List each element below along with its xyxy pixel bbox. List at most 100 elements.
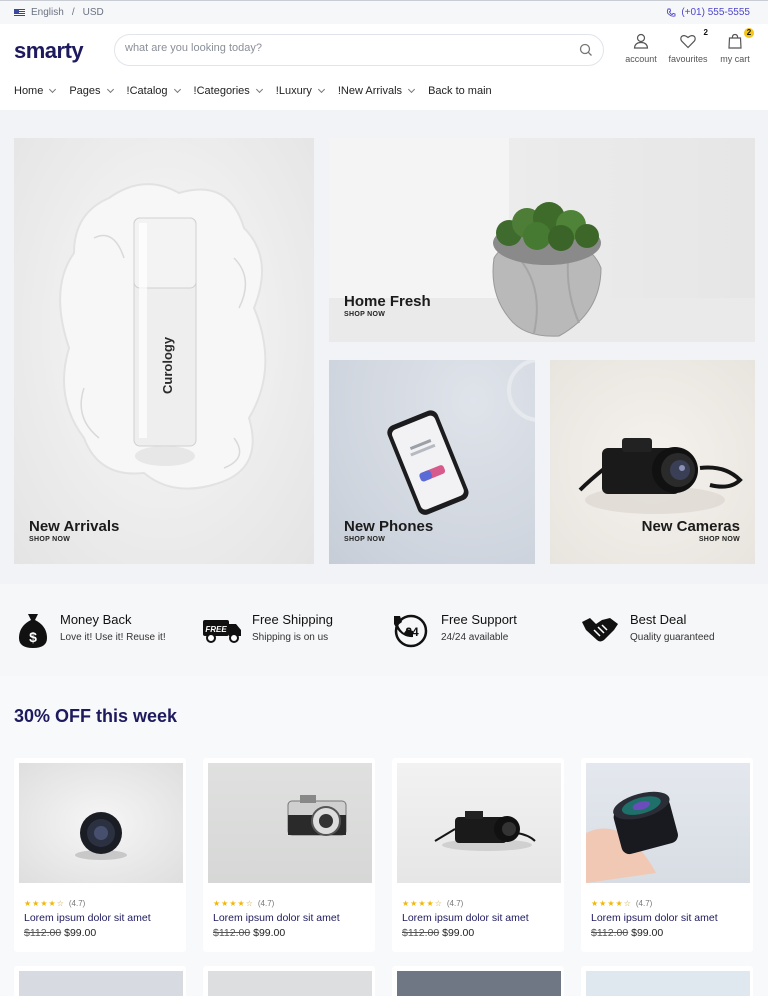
product-price: $112.00 $99.00 <box>402 927 474 939</box>
heart-icon <box>680 35 696 49</box>
section-title: 30% OFF this week <box>14 706 178 726</box>
curology-label: Curology <box>160 336 175 394</box>
tile-title: New Cameras <box>641 518 740 535</box>
product-image[interactable] <box>19 971 183 996</box>
phone-contact[interactable]: (+01) 555-5555 <box>666 7 750 18</box>
product-price: $112.00 $99.00 <box>213 927 285 939</box>
support-24-badge: 24 <box>405 625 419 639</box>
language-currency-selector[interactable]: English / USD <box>14 7 104 18</box>
nav-item-pages[interactable]: Pages <box>69 85 114 97</box>
shop-now-link[interactable]: SHOP NOW <box>699 536 740 543</box>
feature-subtitle: Shipping is on us <box>252 632 329 643</box>
svg-text:$: $ <box>29 629 37 645</box>
favourites-button[interactable]: 2 favourites <box>666 28 710 64</box>
nav-item-luxury[interactable]: !Luxury <box>275 85 325 97</box>
product-image[interactable] <box>208 763 372 883</box>
product-card-partial[interactable] <box>581 966 753 996</box>
potted-plant-image <box>329 138 755 342</box>
feature-subtitle: 24/24 available <box>441 632 509 643</box>
product-card-partial[interactable] <box>392 966 564 996</box>
feature-subtitle: Quality guaranteed <box>630 632 715 643</box>
product-rating: ★ ★ ★ ★ ☆ (4.7) <box>591 899 652 908</box>
product-name[interactable]: Lorem ipsum dolor sit amet <box>213 912 340 924</box>
nav-item-label: Pages <box>69 85 101 97</box>
shop-now-link[interactable]: SHOP NOW <box>344 311 385 318</box>
feature-best-deal: Best Deal Quality guaranteed <box>580 612 715 648</box>
shop-now-link[interactable]: SHOP NOW <box>29 536 70 543</box>
feature-title: Free Shipping <box>252 612 333 627</box>
product-name[interactable]: Lorem ipsum dolor sit amet <box>591 912 718 924</box>
product-image[interactable] <box>397 763 561 883</box>
product-image[interactable] <box>208 971 372 996</box>
nav-item-label: !New Arrivals <box>337 85 403 97</box>
shop-now-link[interactable]: SHOP NOW <box>344 536 385 543</box>
phone-number[interactable]: (+01) 555-5555 <box>681 7 750 18</box>
nav-item-label: !Categories <box>193 85 250 97</box>
tile-title: New Arrivals <box>29 518 120 535</box>
star-icon: ★ <box>591 899 599 908</box>
logo[interactable]: smarty <box>14 38 84 64</box>
nav-item-new-arrivals[interactable]: !New Arrivals <box>337 85 416 97</box>
star-icon: ★ <box>418 899 426 908</box>
hero-tile-new-arrivals[interactable]: Curology New Arrivals SHOP NOW <box>14 138 314 564</box>
product-name[interactable]: Lorem ipsum dolor sit amet <box>402 912 529 924</box>
money-bag-icon: $ <box>19 614 47 648</box>
product-rating: ★ ★ ★ ★ ☆ (4.7) <box>213 899 274 908</box>
product-name[interactable]: Lorem ipsum dolor sit amet <box>24 912 151 924</box>
cart-button[interactable]: 2 my cart <box>716 28 754 64</box>
search-icon[interactable] <box>579 43 593 57</box>
feature-free-shipping: FREE Free Shipping Shipping is on us <box>202 612 333 646</box>
nav-item-categories[interactable]: !Categories <box>193 85 263 97</box>
chevron-down-icon <box>408 85 416 94</box>
product-card-partial[interactable] <box>203 966 375 996</box>
product-card[interactable]: ★ ★ ★ ★ ☆ (4.7) Lorem ipsum dolor sit amet $… <box>203 758 375 952</box>
currency-label[interactable]: USD <box>83 7 104 18</box>
nav-item-label: Home <box>14 85 44 97</box>
product-image[interactable] <box>397 971 561 996</box>
nav-item-back-to-main[interactable]: Back to main <box>428 85 492 97</box>
feature-subtitle: Love it! Use it! Reuse it! <box>60 632 166 643</box>
product-rating: ★ ★ ★ ★ ☆ (4.7) <box>24 899 85 908</box>
tile-title: Home Fresh <box>344 293 431 310</box>
user-icon <box>633 33 649 49</box>
feature-title: Free Support <box>441 612 517 627</box>
nav-item-catalog[interactable]: !Catalog <box>127 85 181 97</box>
product-card-partial[interactable] <box>14 966 186 996</box>
product-image[interactable] <box>586 763 750 883</box>
star-icon: ★ <box>410 899 418 908</box>
star-icon: ★ <box>221 899 229 908</box>
free-badge: FREE <box>205 625 227 634</box>
handshake-icon <box>582 618 618 642</box>
star-icon: ★ <box>607 899 615 908</box>
old-price: $112.00 <box>24 927 62 939</box>
hero-tile-new-cameras[interactable]: New Cameras SHOP NOW <box>550 360 755 564</box>
star-icon: ★ <box>213 899 221 908</box>
language-label[interactable]: English <box>31 7 64 18</box>
favourites-label: favourites <box>668 54 708 64</box>
product-image[interactable] <box>586 971 750 996</box>
star-icon: ★ <box>32 899 40 908</box>
camera-lens-image <box>75 812 127 860</box>
product-card[interactable]: ★ ★ ★ ★ ☆ (4.7) Lorem ipsum dolor sit amet $… <box>392 758 564 952</box>
chevron-down-icon <box>317 85 325 94</box>
support-phone-icon: 24 <box>394 614 428 648</box>
current-price: $99.00 <box>442 927 475 939</box>
star-icon: ★ <box>24 899 32 908</box>
feature-title: Best Deal <box>630 612 687 627</box>
hero-tile-home-fresh[interactable]: Home Fresh SHOP NOW <box>329 138 755 342</box>
chevron-down-icon <box>173 85 181 94</box>
main-nav: Home Pages !Catalog !Categories !Luxury … <box>14 85 492 97</box>
features-strip: $ Money Back Love it! Use it! Reuse it! … <box>0 584 768 676</box>
feature-title: Money Back <box>60 612 132 627</box>
account-button[interactable]: account <box>622 32 660 64</box>
hero-tile-new-phones[interactable]: New Phones SHOP NOW <box>329 360 535 564</box>
product-card[interactable]: ★ ★ ★ ★ ☆ (4.7) Lorem ipsum dolor sit amet $… <box>14 758 186 952</box>
cream-bottle-image: Curology <box>59 183 267 490</box>
search-input[interactable] <box>125 42 565 54</box>
nav-item-label: !Luxury <box>275 85 312 97</box>
star-empty-icon: ☆ <box>434 899 442 908</box>
product-image[interactable] <box>19 763 183 883</box>
rating-value: (4.7) <box>446 899 464 908</box>
nav-item-home[interactable]: Home <box>14 85 57 97</box>
product-card[interactable]: ★ ★ ★ ★ ☆ (4.7) Lorem ipsum dolor sit amet $… <box>581 758 753 952</box>
